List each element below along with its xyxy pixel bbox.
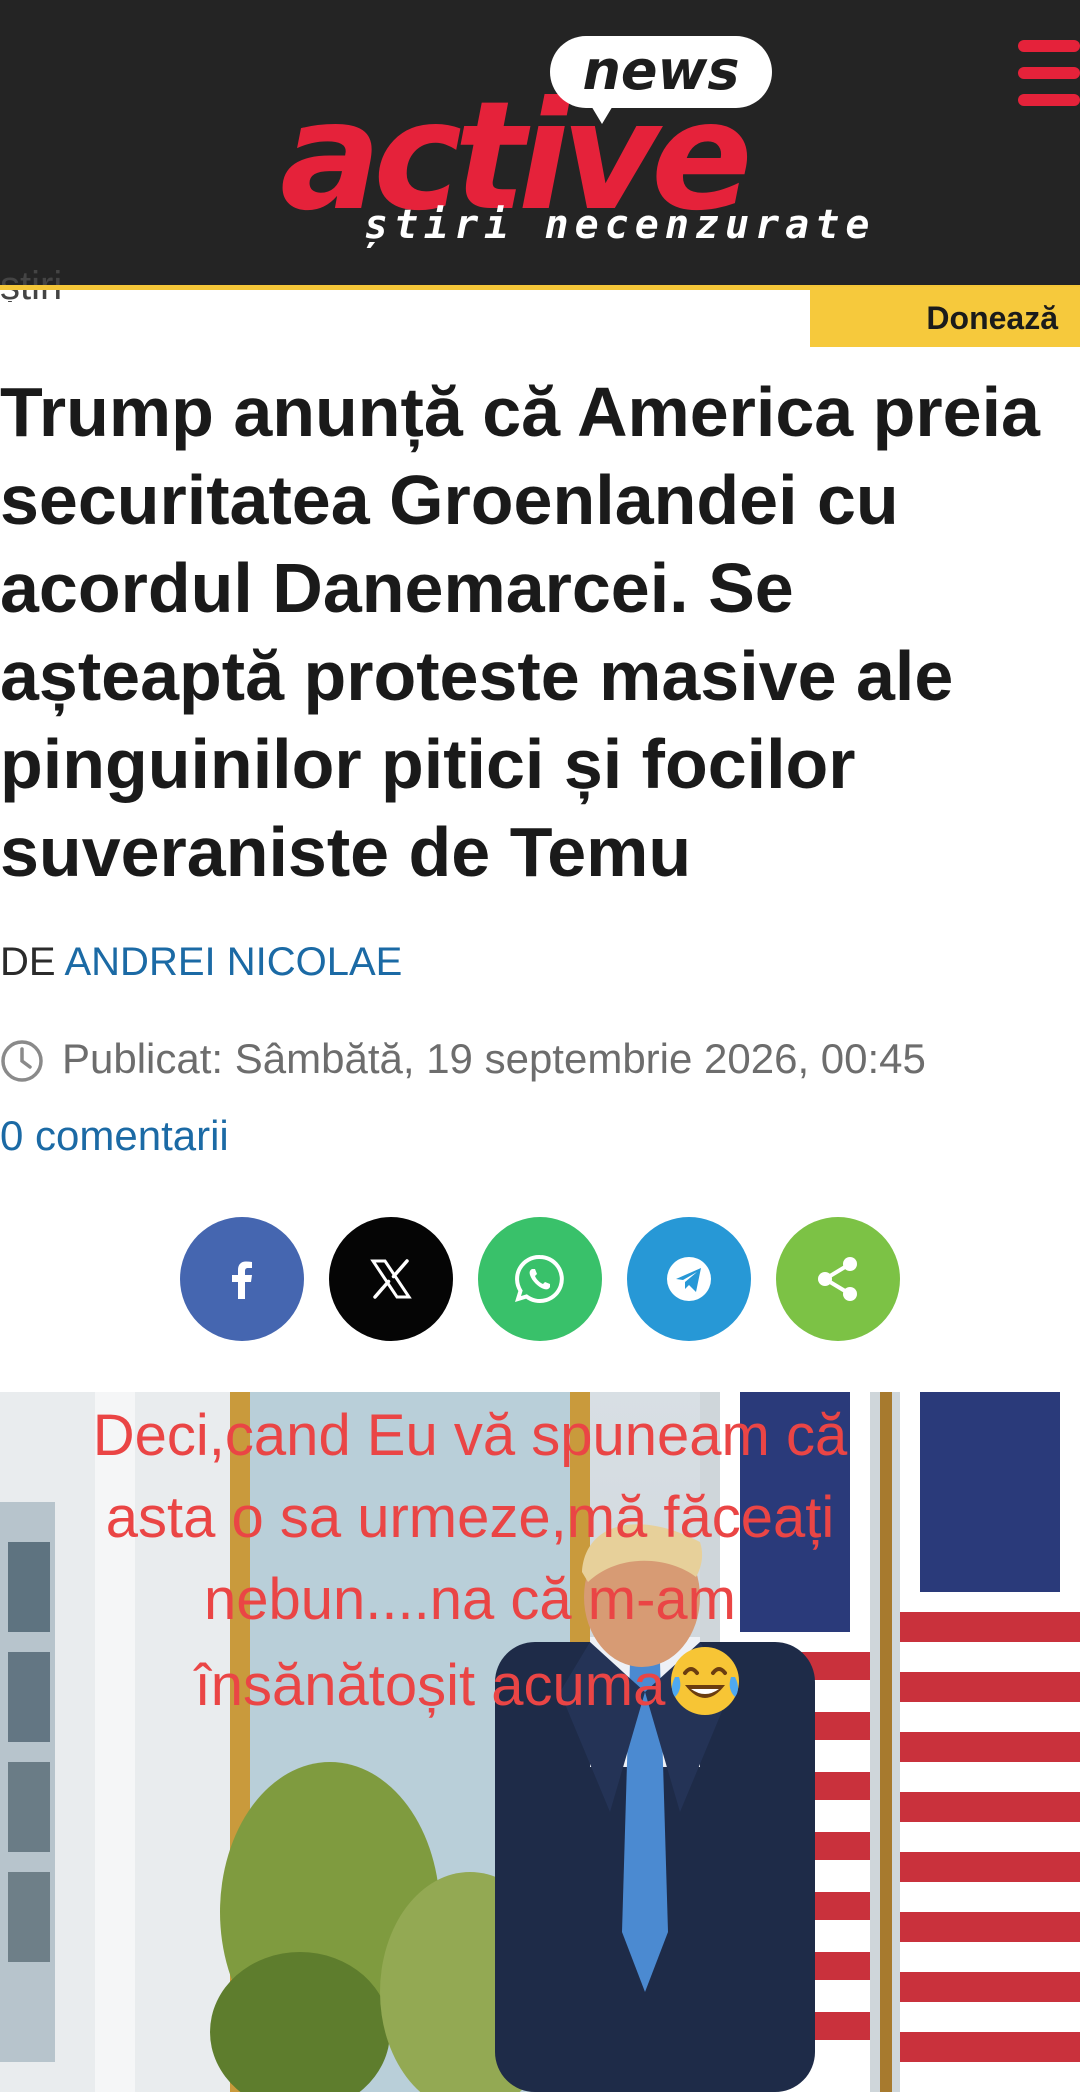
publish-date: Publicat: Sâmbătă, 19 septembrie 2026, 0… xyxy=(62,1035,926,1082)
logo-news-bubble: news xyxy=(550,36,772,124)
comments-link[interactable]: 0 comentarii xyxy=(0,1112,229,1160)
facebook-icon xyxy=(232,1261,252,1299)
share-generic-button[interactable] xyxy=(776,1217,900,1341)
logo-news-text: news xyxy=(582,39,740,102)
article-title: Trump anunță că America preia securitate… xyxy=(0,373,1040,891)
site-logo[interactable]: active news știri necenzurate xyxy=(280,36,869,256)
byline-prefix: DE xyxy=(0,940,56,984)
logo-tagline: știri necenzurate xyxy=(364,202,876,248)
donate-button[interactable]: Donează xyxy=(810,287,1080,347)
breadcrumb[interactable]: știri xyxy=(0,262,62,302)
caption-line: Deci,cand Eu vă spuneam că xyxy=(92,1403,848,1468)
site-header: active news știri necenzurate xyxy=(0,0,1080,285)
clock-icon xyxy=(1,1040,43,1082)
hamburger-menu-icon[interactable] xyxy=(1018,40,1080,106)
caption-line: însănătoșit acuma xyxy=(194,1653,666,1718)
face-with-tears-of-joy-icon xyxy=(671,1647,740,1715)
caption-line: nebun....na că m-am xyxy=(204,1567,736,1632)
x-icon xyxy=(370,1259,412,1299)
share-x-button[interactable] xyxy=(329,1217,453,1341)
share-facebook-button[interactable] xyxy=(180,1217,304,1341)
share-icon xyxy=(818,1257,857,1301)
byline: DE ANDREI NICOLAE xyxy=(0,938,402,986)
share-telegram-button[interactable] xyxy=(627,1217,751,1341)
caption-overlay: Deci,cand Eu vă spuneam că asta o sa urm… xyxy=(0,1395,940,1727)
telegram-icon xyxy=(667,1257,711,1301)
whatsapp-icon xyxy=(515,1254,564,1303)
caption-line-last: însănătoșit acuma xyxy=(0,1641,940,1727)
author-link[interactable]: ANDREI NICOLAE xyxy=(64,940,402,984)
share-whatsapp-button[interactable] xyxy=(478,1217,602,1341)
caption-line: asta o sa urmeze,mă făceați xyxy=(105,1485,835,1550)
